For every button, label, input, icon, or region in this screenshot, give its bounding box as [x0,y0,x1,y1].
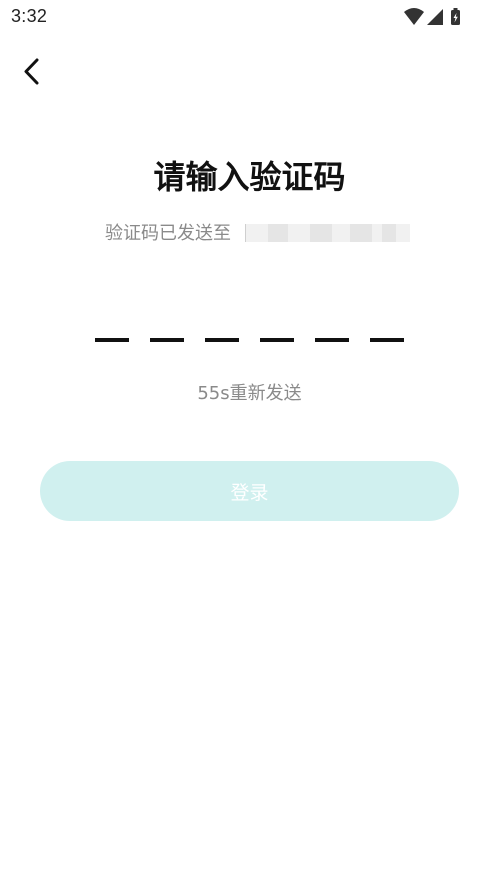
status-bar: 3:32 [0,0,499,34]
resend-countdown[interactable]: 55s重新发送 [0,379,499,405]
status-icons [403,7,465,27]
code-digit-slot [370,338,404,342]
masked-phone-number [245,224,410,242]
verification-code-input[interactable] [95,330,405,360]
back-button[interactable] [14,54,50,90]
code-digit-slot [260,338,294,342]
code-digit-slot [315,338,349,342]
chevron-left-icon [24,58,39,85]
code-sent-label: 验证码已发送至 [105,223,231,244]
signal-icon [427,9,443,25]
code-digit-slot [95,338,129,342]
code-digit-slot [150,338,184,342]
status-time: 3:32 [11,6,48,26]
page-title: 请输入验证码 [153,158,346,196]
code-digit-slot [205,338,239,342]
login-button[interactable]: 登录 [40,461,459,521]
wifi-icon [404,8,424,25]
battery-icon [451,8,460,25]
